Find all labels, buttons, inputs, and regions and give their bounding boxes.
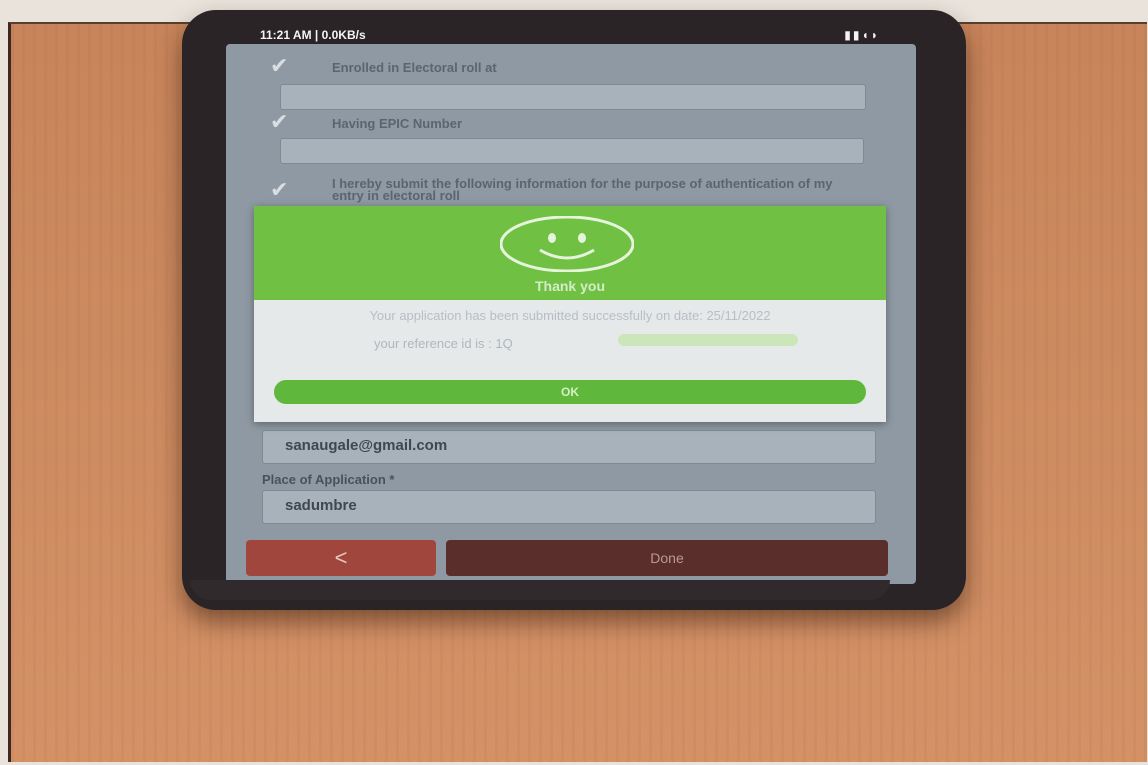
checkmark-icon[interactable]: ✔ bbox=[270, 179, 304, 201]
dialog-header: Thank you bbox=[254, 206, 886, 300]
status-bar: 11:21 AM | 0.0KB/s ▮▮◖◗ bbox=[260, 28, 880, 44]
phone-bottom-bezel bbox=[190, 580, 890, 600]
declaration-checkbox-label: I hereby submit the following informatio… bbox=[332, 176, 833, 203]
battery-signal-icon: ▮▮◖◗ bbox=[844, 28, 880, 42]
reference-id-redaction bbox=[618, 334, 798, 346]
status-time: 11:21 AM | 0.0KB/s bbox=[260, 28, 366, 42]
ok-button[interactable]: OK bbox=[274, 380, 866, 404]
success-dialog: Thank you Your application has been subm… bbox=[254, 206, 886, 422]
checkmark-icon[interactable]: ✔ bbox=[270, 55, 304, 77]
reference-id-label: your reference id is : 1Q bbox=[374, 336, 513, 351]
email-value: sanaugale@gmail.com bbox=[285, 437, 448, 454]
place-value: sadumbre bbox=[285, 497, 357, 514]
place-of-application-label: Place of Application * bbox=[262, 472, 395, 487]
done-button[interactable]: Done bbox=[446, 540, 888, 576]
email-field[interactable]: sanaugale@gmail.com bbox=[262, 430, 876, 464]
epic-checkbox-label: Having EPIC Number bbox=[332, 116, 463, 131]
dialog-title: Thank you bbox=[534, 278, 605, 294]
place-of-application-field[interactable]: sadumbre bbox=[262, 490, 876, 524]
enrolled-checkbox-label: Enrolled in Electoral roll at bbox=[332, 60, 497, 75]
dialog-message: Your application has been submitted succ… bbox=[369, 308, 771, 323]
checkmark-icon[interactable]: ✔ bbox=[270, 111, 304, 133]
enrolled-field[interactable] bbox=[280, 84, 866, 110]
epic-number-field[interactable] bbox=[280, 138, 864, 164]
smiley-icon bbox=[500, 216, 634, 272]
back-button[interactable]: < bbox=[246, 540, 436, 576]
